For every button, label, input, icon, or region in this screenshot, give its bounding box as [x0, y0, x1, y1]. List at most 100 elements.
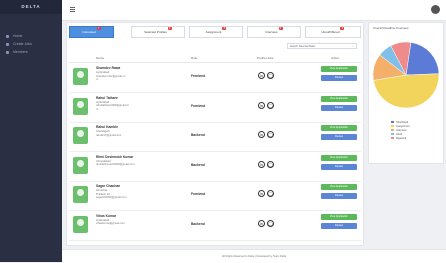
table-row: Rinni Deshmukh Kumar Ahmedabad rinnideshmu… — [69, 152, 361, 182]
github-icon[interactable]: ◯ — [267, 101, 274, 109]
column-header: Action — [331, 56, 340, 60]
sidebar-item-members[interactable]: Members — [0, 48, 62, 56]
filter-placeholder: Search Selected Roles — [290, 45, 316, 48]
applicants-panel: Interested7 Selected Profiles4 Assignmen… — [66, 22, 364, 246]
users-icon — [6, 50, 9, 54]
sidebar-item-label: Home — [13, 34, 23, 38]
applicant-role: Frontend — [191, 103, 206, 108]
applicant-name[interactable]: Sagar Chauhan — [96, 184, 120, 188]
tab-assignment[interactable]: Assignment3 — [189, 26, 243, 38]
legend-swatch — [391, 136, 394, 140]
sidebar-item-create-jobs[interactable]: Create Jobs — [0, 40, 62, 48]
pipeline-overview-card: Overall Roadline Overview Shortlisted Ass… — [368, 22, 444, 164]
tab-hired-offered[interactable]: Hired/Offered2 — [305, 26, 361, 38]
github-icon[interactable]: ◯ — [267, 72, 274, 79]
legend-swatch — [391, 124, 394, 128]
tab-label: Hired/Offered — [321, 30, 340, 34]
applicant-detail: m — [96, 78, 99, 82]
chart-legend: Shortlisted Assignment Interview Hired Rejec… — [391, 120, 410, 140]
avatar — [73, 215, 88, 233]
table-row: Shamdev Rawa Hyderabad shamdevr.dev@gmail.… — [69, 63, 361, 93]
card-title: Overall Roadline Overview — [373, 26, 409, 30]
applicant-name[interactable]: Rahul Tathare — [96, 96, 118, 100]
tab-label: Interview — [265, 30, 278, 34]
view-application-button[interactable]: View Application — [321, 95, 357, 102]
table-row: Sagar Chauhan Himachal Pradesh 10 sagarch20… — [69, 181, 361, 211]
tab-label: Interested — [82, 30, 96, 34]
applicant-detail: m — [96, 107, 99, 111]
linkedin-icon[interactable]: in — [258, 72, 265, 79]
tab-label: Assignment — [205, 30, 222, 34]
view-application-button[interactable]: View Application — [321, 213, 357, 220]
legend-label: Interview — [396, 128, 407, 132]
applicant-detail: rinnideshmukh2000@gmail.com — [96, 163, 135, 167]
sidebar-item-label: Create Jobs — [13, 42, 32, 46]
linkedin-icon[interactable]: in — [258, 101, 265, 109]
table-row: Vihas Kumar Hyderabad vihaskumar@gmail.com… — [69, 211, 361, 241]
count-badge: 3 — [222, 27, 227, 30]
view-application-button[interactable]: View Application — [321, 154, 357, 161]
table-row: Rahul Kamble Chandigarh rahulk17@gmail.com… — [69, 122, 361, 152]
briefcase-icon — [6, 42, 9, 46]
applicant-name[interactable]: Rahul Kamble — [96, 125, 118, 129]
legend-label: Assignment — [396, 124, 410, 128]
linkedin-icon[interactable]: in — [258, 160, 265, 168]
brand-logo: DELTA — [0, 0, 62, 14]
table-header: Name Role Profile Links Action — [69, 54, 361, 63]
applicant-detail: rahulk17@gmail.com — [96, 133, 122, 137]
linkedin-icon[interactable]: in — [258, 219, 265, 227]
applicant-role: Backend — [191, 162, 205, 167]
legend-swatch — [391, 128, 394, 132]
view-application-button[interactable]: View Application — [321, 66, 357, 72]
linkedin-icon[interactable]: in — [258, 131, 265, 138]
review-button[interactable]: Review — [321, 163, 357, 170]
avatar — [73, 97, 88, 115]
tab-interested[interactable]: Interested7 — [69, 26, 114, 38]
review-button[interactable]: Review — [321, 134, 357, 140]
github-icon[interactable]: ◯ — [267, 219, 274, 227]
legend-label: Hired — [396, 132, 403, 136]
review-button[interactable]: Review — [321, 222, 357, 229]
view-application-button[interactable]: View Application — [321, 184, 357, 190]
applicant-name[interactable]: Rinni Deshmukh Kumar — [96, 155, 133, 159]
topbar — [62, 0, 446, 21]
applicant-role: Backend — [191, 133, 205, 137]
view-application-button[interactable]: View Application — [321, 125, 357, 131]
github-icon[interactable]: ◯ — [267, 160, 274, 168]
applicant-role: Frontend — [191, 192, 206, 196]
sidebar-item-label: Members — [13, 50, 28, 54]
github-icon[interactable]: ◯ — [267, 131, 274, 138]
column-header: Profile Links — [257, 56, 274, 60]
chevron-down-icon: ⌄ — [351, 45, 354, 48]
legend-label: Shortlisted — [396, 120, 409, 124]
legend-item: Rejected — [391, 136, 410, 140]
avatar — [73, 156, 88, 174]
applicant-detail: sagarch2022@gmail.com — [96, 196, 127, 200]
avatar — [73, 127, 88, 144]
applicant-name[interactable]: Vihas Kumar — [96, 214, 116, 218]
tab-selected-profiles[interactable]: Selected Profiles4 — [131, 26, 185, 38]
legend-swatch — [391, 132, 394, 136]
review-button[interactable]: Review — [321, 75, 357, 81]
tab-interview[interactable]: Interview6 — [247, 26, 301, 38]
applicant-name[interactable]: Shamdev Rawa — [96, 66, 120, 70]
avatar — [73, 186, 88, 203]
avatar[interactable] — [431, 5, 440, 14]
linkedin-icon[interactable]: in — [258, 190, 265, 197]
table-row: Rahul Tathare Hyderabad rahultathare2009@g… — [69, 93, 361, 123]
avatar — [73, 68, 88, 85]
applicant-detail: vihaskumar@gmail.com — [96, 222, 125, 226]
pie-slice-shortlisted — [405, 42, 440, 76]
menu-icon[interactable] — [70, 7, 75, 13]
role-filter-select[interactable]: Search Selected Roles ⌄ — [287, 43, 357, 49]
applicant-role: Backend — [191, 221, 205, 226]
tab-bar: Interested7 Selected Profiles4 Assignmen… — [69, 26, 361, 38]
sidebar: DELTA Home Create Jobs Members — [0, 0, 62, 262]
column-header: Name — [96, 56, 105, 60]
legend-swatch — [391, 120, 394, 124]
review-button[interactable]: Review — [321, 193, 357, 199]
count-badge: 7 — [96, 27, 101, 30]
review-button[interactable]: Review — [321, 104, 357, 111]
github-icon[interactable]: ◯ — [267, 190, 274, 197]
sidebar-item-home[interactable]: Home — [0, 32, 62, 40]
